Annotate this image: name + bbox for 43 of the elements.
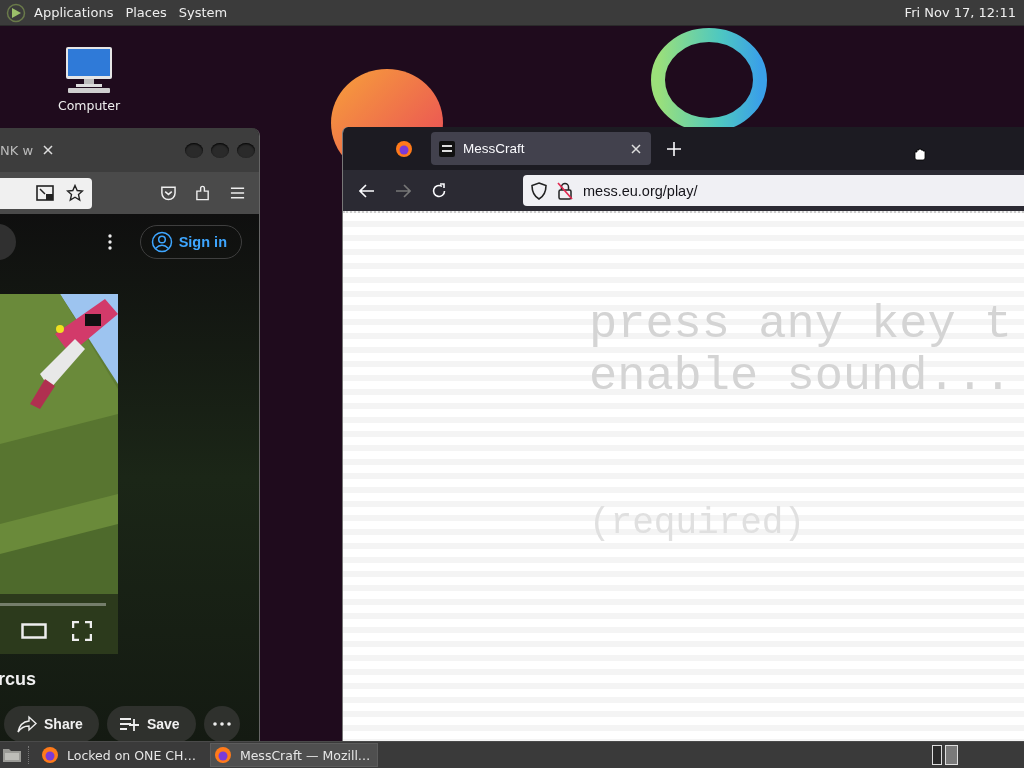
puzzle-icon[interactable] [195,184,212,203]
more-icon [212,722,231,726]
close-icon[interactable] [43,145,53,156]
star-icon[interactable] [66,184,85,203]
back-arrow-icon[interactable] [359,183,375,198]
crossed-lock-icon [557,181,573,200]
progress-track[interactable] [0,603,106,606]
folder-icon[interactable] [2,746,22,764]
menu-icon[interactable] [229,186,245,201]
clock[interactable]: Fri Nov 17, 12:11 [904,5,1016,20]
firefox-icon[interactable] [395,139,413,158]
add-to-list-icon [118,716,141,732]
panel-menu[interactable]: System [178,5,228,20]
theater-mode-icon[interactable] [21,623,47,639]
computer-icon[interactable] [64,46,114,94]
address-bar[interactable]: mess.eu.org/play/ [523,175,1024,206]
fullscreen-icon[interactable] [72,621,92,641]
forward-arrow-icon[interactable] [395,183,411,198]
pocket-icon[interactable] [160,185,177,202]
panel-menu[interactable]: Places [125,5,167,20]
shield-icon [531,181,547,200]
person-icon [150,231,173,253]
firefox-icon [41,746,59,764]
share-icon [16,715,38,733]
close-icon[interactable] [631,143,641,154]
address-bar[interactable] [0,177,93,209]
panel-menu[interactable]: Applications [34,5,114,20]
desktop-icon-label[interactable]: Computer [57,98,121,113]
firefox-icon [213,746,232,764]
browser-tab[interactable]: MessCraft [431,132,651,165]
more-icon[interactable] [107,234,112,250]
workspace-button[interactable] [932,745,942,765]
more-button[interactable] [203,706,240,741]
picture-in-picture-icon[interactable] [36,185,55,202]
save-button[interactable]: Save [106,706,196,741]
video-title: rcus [0,669,38,690]
reload-icon[interactable] [431,182,447,199]
taskbar-item[interactable]: MessCraft — Mozill… [209,743,379,767]
taskbar-item[interactable]: Locked on ONE CH… [37,743,204,767]
menu-logo-icon[interactable] [6,2,26,23]
new-tab-icon[interactable] [667,141,681,156]
site-icon [439,140,455,157]
share-button[interactable]: Share [4,706,99,741]
